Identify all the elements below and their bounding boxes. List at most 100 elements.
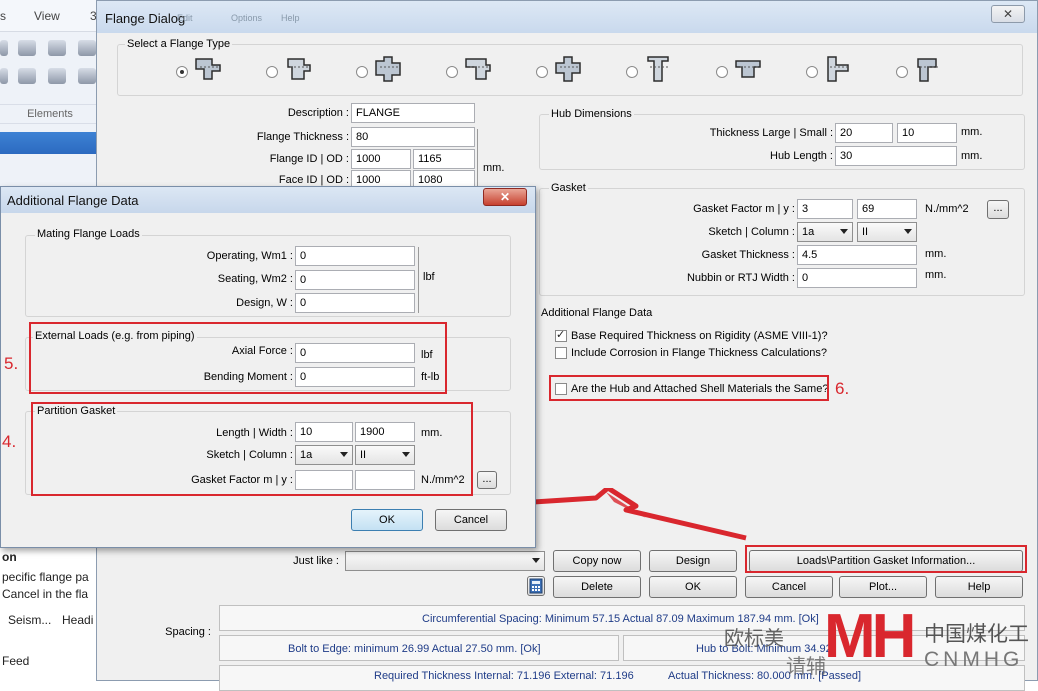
copy-now-button[interactable]: Copy now	[553, 550, 641, 572]
design-button[interactable]: Design	[649, 550, 737, 572]
unit-bracket	[418, 247, 419, 313]
additional-dialog-title: Additional Flange Data	[7, 193, 139, 208]
rigidity-checkbox[interactable]	[555, 328, 567, 342]
flange-od-input[interactable]: 1165	[413, 149, 475, 169]
just-like-select[interactable]	[345, 551, 545, 571]
gasket-m-input[interactable]: 3	[797, 199, 853, 219]
gasket-thickness-unit: mm.	[925, 248, 947, 260]
design-w-input[interactable]: 0	[295, 293, 415, 313]
mating-loads-legend: Mating Flange Loads	[35, 228, 142, 240]
host-panel-line: pecific flange pa	[2, 570, 89, 584]
operating-label: Operating, Wm1 :	[206, 250, 293, 262]
integral-icon	[555, 56, 581, 82]
host-tab-heading[interactable]: Headi	[62, 613, 93, 627]
hub-thickness-label: Thickness Large | Small :	[709, 127, 833, 139]
seating-label: Seating, Wm2 :	[217, 273, 293, 285]
host-menu-item[interactable]: s	[0, 9, 6, 23]
hub-length-unit: mm.	[961, 150, 983, 162]
hub-thickness-large-input[interactable]: 20	[835, 123, 893, 143]
description-label: Description :	[287, 107, 349, 119]
ribbon-icon[interactable]	[18, 68, 36, 84]
mating-unit: lbf	[423, 271, 435, 283]
ribbon-icon[interactable]	[0, 68, 8, 84]
design-w-label: Design, W :	[236, 297, 293, 309]
host-panel-line: Cancel in the fla	[2, 587, 89, 601]
host-tab-seismic[interactable]: Seism...	[8, 613, 51, 627]
gasket-sketch-select[interactable]: 1a	[797, 222, 853, 242]
nubbin-input[interactable]: 0	[797, 268, 917, 288]
close-icon[interactable]: ✕	[483, 188, 527, 206]
annotation-box-6	[549, 375, 829, 401]
lap-joint-icon	[465, 58, 491, 80]
gasket-factor-more-button[interactable]: ...	[987, 200, 1009, 219]
flange-type-radio[interactable]	[446, 66, 458, 78]
flange-type-radio[interactable]	[536, 66, 548, 78]
host-ribbon-icons	[0, 34, 100, 100]
ribbon-icon[interactable]	[18, 40, 36, 56]
face-id-od-label: Face ID | OD :	[278, 174, 349, 186]
ok-button[interactable]: OK	[649, 576, 737, 598]
chevron-down-icon	[532, 558, 540, 563]
host-panel-line: on	[2, 550, 17, 564]
ghost-menu-item: Help	[281, 13, 300, 23]
gasket-thickness-input[interactable]: 4.5	[797, 245, 917, 265]
host-help-panel: on pecific flange pa Cancel in the fla S…	[0, 540, 100, 681]
flange-dialog-title: Flange Dialog	[105, 11, 186, 26]
gasket-column-select[interactable]: II	[857, 222, 917, 242]
hub-length-input[interactable]: 30	[835, 146, 957, 166]
ribbon-icon[interactable]	[48, 68, 66, 84]
close-icon[interactable]: ✕	[991, 5, 1025, 23]
gasket-sketch-value: 1a	[802, 226, 815, 238]
flange-thickness-input[interactable]: 80	[351, 127, 475, 147]
blind-icon	[647, 56, 669, 82]
bolt-edge-panel: Bolt to Edge: minimum 26.99 Actual 27.50…	[219, 635, 619, 661]
annotation-label-4: 4.	[2, 432, 17, 451]
annotation-box-4	[31, 402, 473, 496]
cancel-button[interactable]: Cancel	[745, 576, 833, 598]
gasket-y-input[interactable]: 69	[857, 199, 917, 219]
corrosion-checkbox[interactable]	[555, 347, 567, 359]
ribbon-icon[interactable]	[78, 68, 96, 84]
flange-dialog-titlebar: Flange Dialog Edit Options Help ✕	[97, 1, 1037, 33]
additional-flange-data-dialog: Additional Flange Data ✕ Mating Flange L…	[0, 186, 536, 548]
flange-type-radio[interactable]	[356, 66, 368, 78]
required-thickness-status: Required Thickness Internal: 71.196 Exte…	[374, 670, 634, 682]
plot-button[interactable]: Plot...	[839, 576, 927, 598]
gasket-legend: Gasket	[549, 182, 588, 194]
watermark-en: CNMHG	[924, 648, 1024, 671]
calculator-icon[interactable]	[527, 576, 545, 596]
hub-icon	[287, 58, 311, 80]
annotation-box-5	[29, 322, 447, 394]
nubbin-label: Nubbin or RTJ Width :	[686, 272, 795, 284]
flange-id-input[interactable]: 1000	[351, 149, 411, 169]
flange-type-radio[interactable]	[266, 66, 278, 78]
ribbon-icon[interactable]	[78, 40, 96, 56]
ribbon-icon[interactable]	[48, 40, 66, 56]
ribbon-icon[interactable]	[0, 40, 8, 56]
reverse-icon	[917, 58, 938, 82]
watermark-cn: 中国煤化工	[924, 623, 1029, 646]
host-menu-view[interactable]: View	[34, 9, 60, 23]
ghost-menu-item: Options	[231, 13, 263, 23]
flange-type-radio[interactable]	[716, 66, 728, 78]
flange-type-radio[interactable]	[176, 66, 188, 78]
description-input[interactable]: FLANGE	[351, 103, 475, 123]
delete-button[interactable]: Delete	[553, 576, 641, 598]
additional-ok-button[interactable]: OK	[351, 509, 423, 531]
flange-type-radio[interactable]	[626, 66, 638, 78]
additional-cancel-button[interactable]: Cancel	[435, 509, 507, 531]
hub-thickness-small-input[interactable]: 10	[897, 123, 957, 143]
flange-type-radio[interactable]	[896, 66, 908, 78]
watermark-sub: 请辅	[786, 656, 826, 678]
slip-on-icon	[375, 56, 401, 82]
partition-factor-more-button[interactable]: ...	[477, 471, 497, 489]
flange-type-radio[interactable]	[806, 66, 818, 78]
gasket-column-value: II	[862, 226, 869, 238]
bolt-edge-status: Bolt to Edge: minimum 26.99 Actual 27.50…	[288, 643, 541, 655]
flange-type-legend: Select a Flange Type	[125, 38, 233, 50]
host-menu-bar: s View 3	[0, 0, 100, 32]
operating-input[interactable]: 0	[295, 246, 415, 266]
help-button[interactable]: Help	[935, 576, 1023, 598]
hub-length-label: Hub Length :	[770, 150, 833, 162]
seating-input[interactable]: 0	[295, 270, 415, 290]
